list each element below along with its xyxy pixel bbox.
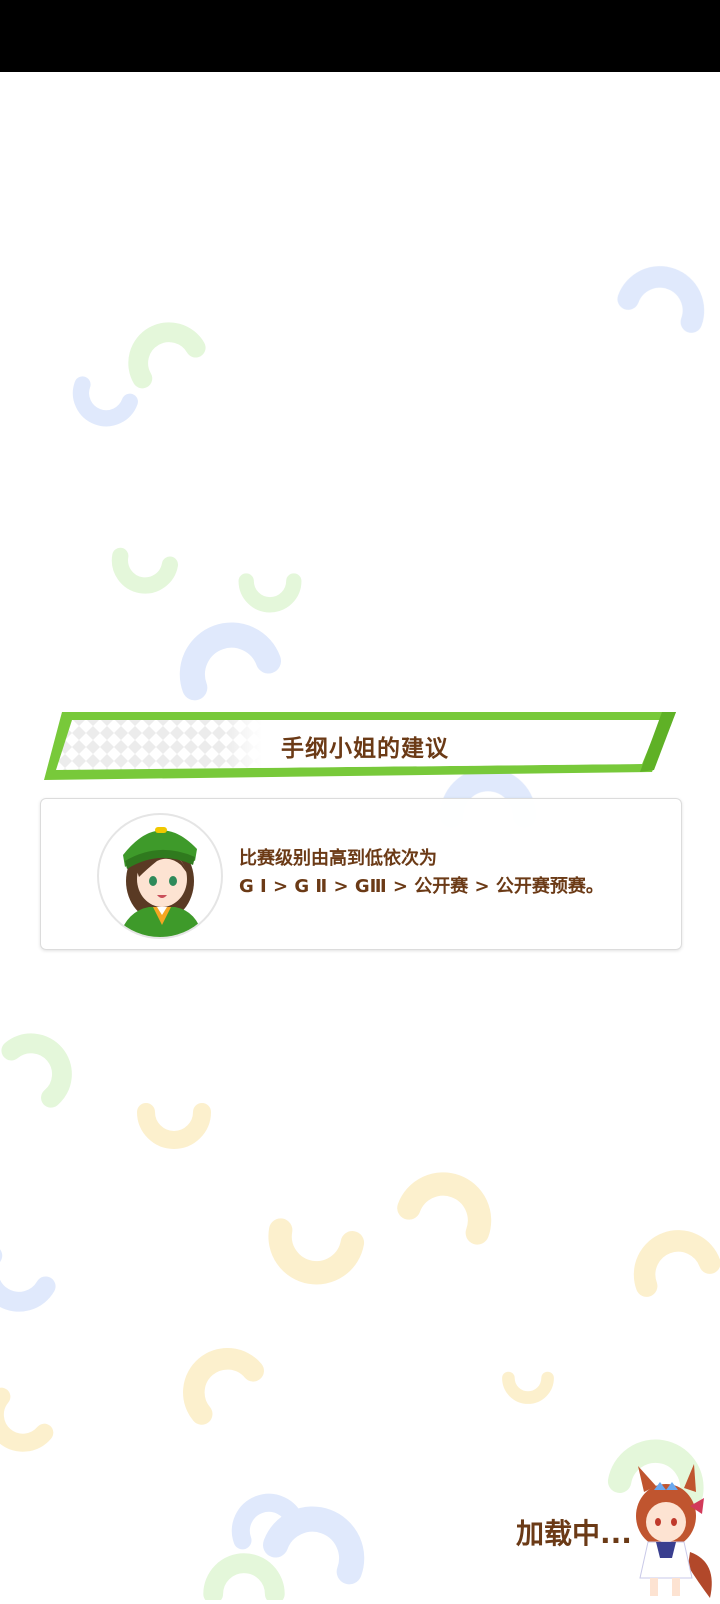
horseshoe-icon	[628, 267, 703, 322]
horseshoe-icon	[0, 1256, 46, 1313]
advice-line-2: G Ⅰ > G Ⅱ > GⅢ > 公开赛 > 公开赛预赛。	[239, 876, 604, 897]
horseshoe-icon	[409, 1174, 490, 1233]
horse-girl-mascot	[620, 1462, 720, 1600]
banner-title: 手纲小姐的建议	[281, 736, 449, 762]
horseshoe-icon	[181, 624, 268, 688]
horseshoe-icon	[74, 384, 130, 425]
horseshoe-icon	[274, 1230, 352, 1278]
avatar-icon	[119, 827, 203, 937]
advice-line-1: 比赛级别由高到低依次为	[239, 848, 437, 869]
advice-text: 比赛级别由高到低依次为 G Ⅰ > G Ⅱ > GⅢ > 公开赛 > 公开赛预赛…	[239, 845, 669, 901]
horseshoe-icon	[508, 1378, 547, 1398]
horseshoe-icon	[146, 1112, 202, 1140]
horseshoe-icon	[127, 321, 196, 378]
advice-banner: 手纲小姐的建议	[44, 712, 676, 780]
horseshoe-icon	[11, 1031, 74, 1098]
loading-label: 加载中...	[516, 1517, 632, 1550]
mascot-icon	[636, 1464, 712, 1598]
horseshoe-icon	[0, 1397, 44, 1454]
trainer-avatar	[97, 813, 223, 939]
horseshoe-icon	[635, 1231, 710, 1286]
horseshoe-icon	[246, 581, 294, 605]
horseshoe-icon	[116, 556, 170, 590]
horseshoe-icon	[213, 1563, 275, 1594]
horseshoe-icon	[180, 1345, 253, 1414]
advice-card: 比赛级别由高到低依次为 G Ⅰ > G Ⅱ > GⅢ > 公开赛 > 公开赛预赛…	[40, 798, 682, 950]
